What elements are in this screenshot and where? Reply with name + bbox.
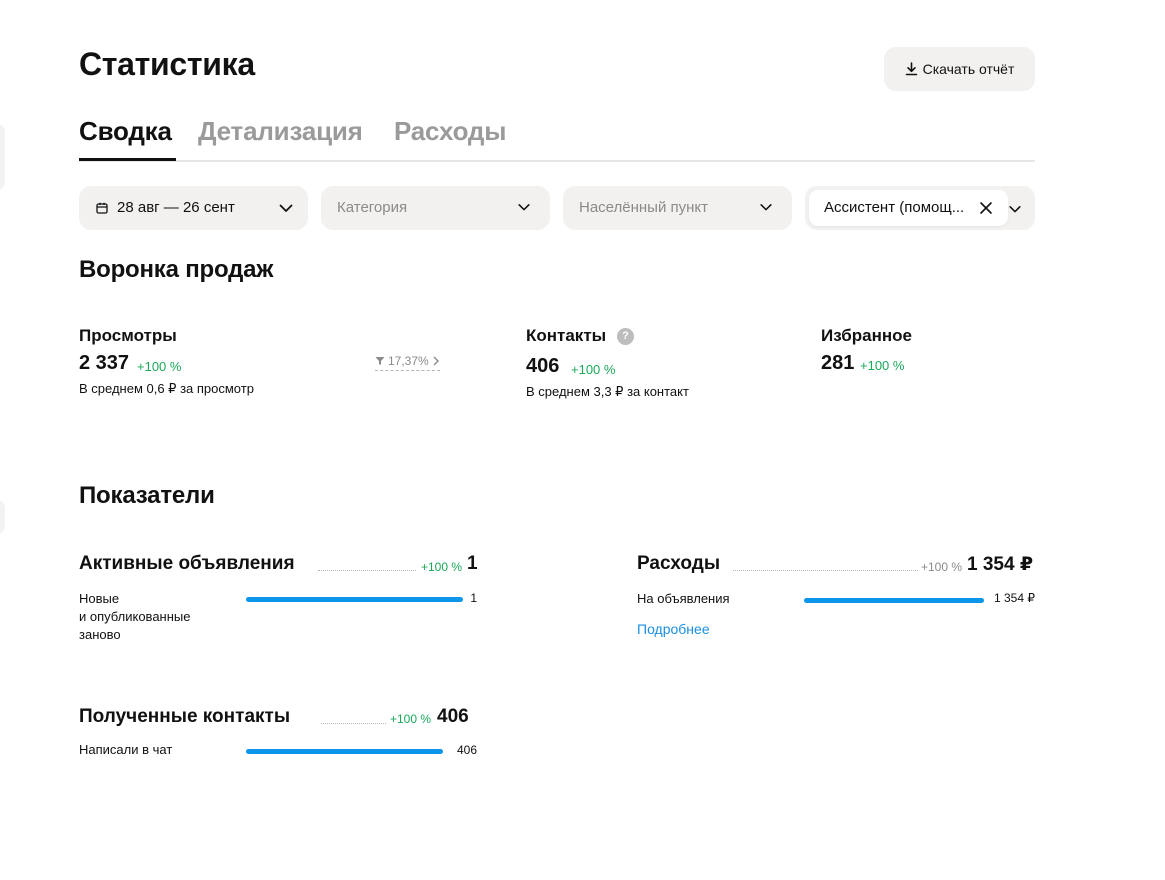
chevron-down-icon[interactable] xyxy=(1008,202,1022,216)
tab-details[interactable]: Детализация xyxy=(198,116,363,147)
calendar-icon xyxy=(96,202,108,214)
leader-dots xyxy=(318,570,416,571)
chevron-down-icon xyxy=(279,204,293,212)
views-change: +100 % xyxy=(137,359,182,374)
funnel-title: Воронка продаж xyxy=(79,256,274,283)
expenses-row-value: 1 354 ₽ xyxy=(994,591,1035,605)
chevron-right-icon xyxy=(433,356,439,366)
contacts-average: В среднем 3,3 ₽ за контакт xyxy=(526,384,689,399)
progress-fill xyxy=(804,598,984,603)
indicators-title: Показатели xyxy=(79,482,215,509)
help-icon[interactable]: ? xyxy=(617,328,634,345)
date-range-select[interactable]: 28 авг — 26 сент xyxy=(79,186,308,230)
leader-dots xyxy=(321,723,386,724)
chevron-down-icon xyxy=(760,204,772,211)
active-ads-change: +100 % xyxy=(421,560,463,574)
assistant-filter[interactable]: Ассистент (помощ... xyxy=(805,186,1035,230)
close-icon[interactable] xyxy=(979,201,993,215)
contacts-change: +100 % xyxy=(571,362,616,377)
selected-filter-chip[interactable]: Ассистент (помощ... xyxy=(809,190,1008,226)
progress-bar xyxy=(246,749,443,754)
tabs-bar: Сводка Детализация Расходы xyxy=(79,112,1035,162)
contacts-value: 406 xyxy=(526,355,560,377)
active-tab-indicator xyxy=(79,158,176,161)
download-icon xyxy=(905,62,917,76)
contacts-label: Контакты xyxy=(526,326,607,345)
progress-bar xyxy=(246,597,463,602)
expenses-total: 1 354 ₽ xyxy=(967,554,1034,575)
left-edge-panel xyxy=(0,124,5,190)
date-range-value: 28 авг — 26 сент xyxy=(117,199,235,216)
conversion-rate[interactable]: 17,37% xyxy=(375,354,440,371)
views-value: 2 337 xyxy=(79,352,130,374)
download-report-label: Скачать отчёт xyxy=(922,61,1015,77)
received-contacts-row-label: Написали в чат xyxy=(79,742,173,757)
chevron-down-icon xyxy=(518,204,530,211)
favorites-change: +100 % xyxy=(860,358,905,373)
received-contacts-row-value: 406 xyxy=(456,743,477,757)
progress-fill xyxy=(246,597,463,602)
active-ads-title: Активные объявления xyxy=(79,553,295,574)
page-title: Статистика xyxy=(79,46,255,82)
views-average: В среднем 0,6 ₽ за просмотр xyxy=(79,381,254,396)
expenses-title: Расходы xyxy=(637,553,721,574)
tab-summary[interactable]: Сводка xyxy=(79,116,172,147)
location-placeholder: Населённый пункт xyxy=(579,199,709,216)
leader-dots xyxy=(733,570,918,571)
received-contacts-total: 406 xyxy=(437,706,469,727)
received-contacts-title: Полученные контакты xyxy=(79,706,291,727)
active-ads-row-label: Новые и опубликованные заново xyxy=(79,591,191,642)
category-select[interactable]: Категория xyxy=(321,186,550,230)
left-edge-panel xyxy=(0,500,5,534)
more-details-link[interactable]: Подробнее xyxy=(637,621,710,637)
active-ads-row-value: 1 xyxy=(470,591,477,605)
favorites-label: Избранное xyxy=(821,326,912,345)
received-contacts-change: +100 % xyxy=(390,712,432,726)
progress-fill xyxy=(246,749,443,754)
location-select[interactable]: Населённый пункт xyxy=(563,186,792,230)
conversion-value: 17,37% xyxy=(388,354,429,368)
funnel-icon xyxy=(375,357,385,365)
favorites-value: 281 xyxy=(821,352,855,374)
progress-bar xyxy=(804,598,984,603)
views-label: Просмотры xyxy=(79,326,177,345)
selected-filter-label: Ассистент (помощ... xyxy=(824,199,965,216)
category-placeholder: Категория xyxy=(337,199,408,216)
expenses-row-label: На объявления xyxy=(637,591,730,606)
expenses-change: +100 % xyxy=(921,560,963,574)
tab-expenses[interactable]: Расходы xyxy=(394,116,506,147)
download-report-button[interactable]: Скачать отчёт xyxy=(884,47,1035,91)
active-ads-total: 1 xyxy=(467,553,478,574)
